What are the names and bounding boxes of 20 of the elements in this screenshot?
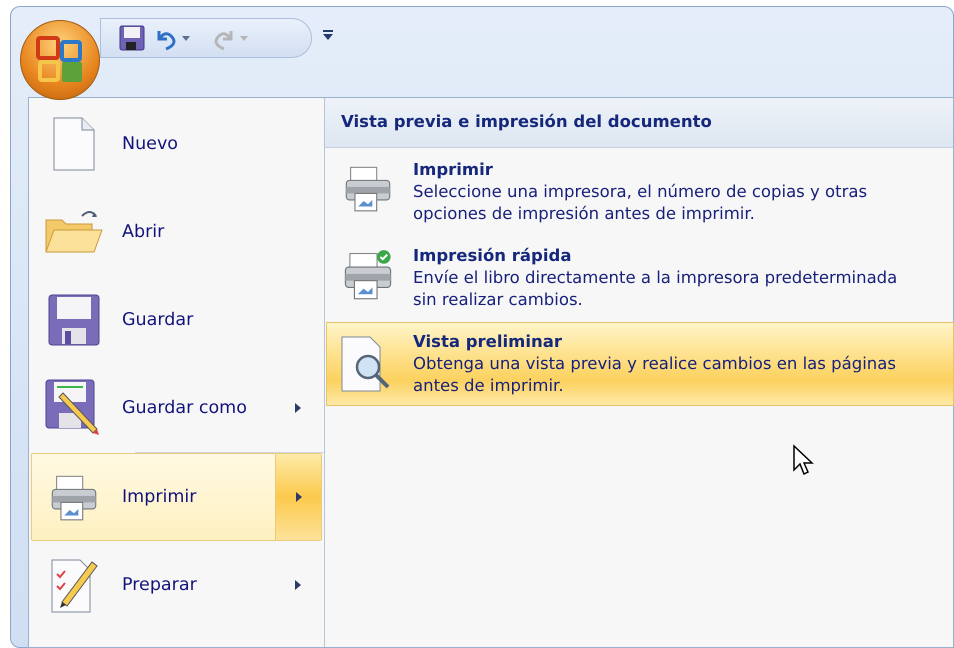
menu-item[interactable]: Abrir: [31, 188, 322, 276]
caret-icon: [181, 34, 191, 42]
customize-toolbar-icon[interactable]: [322, 28, 334, 42]
menu-item[interactable]: Preparar: [31, 541, 322, 629]
menu-item[interactable]: Imprimir: [31, 453, 322, 541]
submenu-item[interactable]: Imprimir Seleccione una impresora, el número de copias y otras opciones de impresión antes de imprimir.: [326, 150, 954, 234]
submenu-heading: Vista previa e impresión del documento: [325, 98, 953, 148]
caret-icon: [239, 34, 249, 42]
blank-page-icon: [52, 116, 96, 172]
menu-item[interactable]: Guardar: [31, 276, 322, 364]
submenu-arrow-icon: [294, 579, 302, 591]
save-icon: [119, 25, 145, 51]
menu-item[interactable]: Nuevo: [31, 100, 322, 188]
submenu-arrow-icon: [294, 491, 302, 503]
submenu-item[interactable]: Impresión rápida Envíe el libro directamente a la impresora predeterminada sin realizar cambios.: [326, 236, 954, 320]
menu-item[interactable]: Guardar como: [31, 364, 322, 452]
mouse-cursor-icon: [792, 444, 816, 478]
save-button[interactable]: [119, 25, 145, 51]
submenu-arrow-icon: [294, 402, 302, 414]
submenu-item[interactable]: Vista preliminar Obtenga una vista previa y realice cambios en las páginas antes de imprimir.: [326, 322, 954, 406]
